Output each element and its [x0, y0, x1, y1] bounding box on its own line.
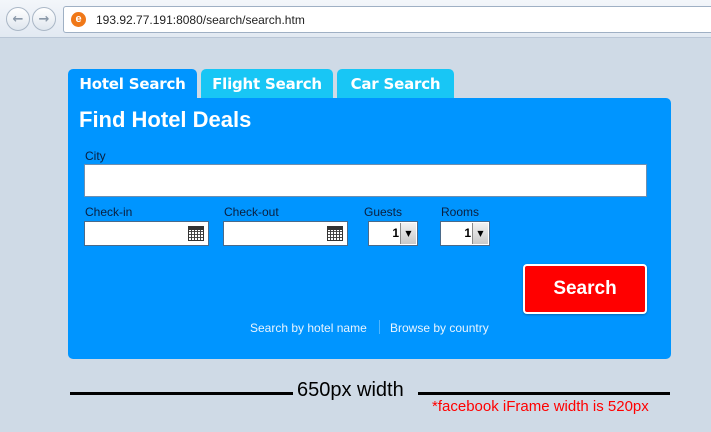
- width-measure-line-right: [418, 392, 670, 395]
- guests-label: Guests: [364, 205, 403, 219]
- rooms-select[interactable]: 1 ▼: [440, 221, 490, 246]
- back-arrow-icon: ←: [12, 11, 24, 27]
- iframe-width-note: *facebook iFrame width is 520px: [432, 398, 649, 415]
- width-measure-line-left: [70, 392, 293, 395]
- guests-value: 1: [392, 226, 399, 240]
- tab-flight-search[interactable]: Flight Search: [201, 69, 333, 99]
- tab-car-search[interactable]: Car Search: [337, 69, 454, 99]
- rooms-label: Rooms: [441, 205, 480, 219]
- calendar-icon[interactable]: [327, 226, 343, 241]
- chevron-down-icon[interactable]: ▼: [400, 223, 416, 244]
- address-bar[interactable]: e 193.92.77.191:8080/search/search.htm: [63, 6, 711, 33]
- checkout-label: Check-out: [224, 205, 279, 219]
- browser-toolbar: ← → e 193.92.77.191:8080/search/search.h…: [0, 0, 711, 38]
- search-button[interactable]: Search: [523, 264, 647, 314]
- guests-select[interactable]: 1 ▼: [368, 221, 418, 246]
- width-annotation: 650px width: [297, 379, 404, 401]
- site-favicon-icon: e: [71, 12, 86, 27]
- tab-hotel-search[interactable]: Hotel Search: [68, 69, 197, 99]
- checkout-input[interactable]: [223, 221, 348, 246]
- forward-button[interactable]: →: [32, 7, 56, 31]
- chevron-down-icon[interactable]: ▼: [472, 223, 488, 244]
- link-divider: [379, 320, 380, 334]
- browse-by-country-link[interactable]: Browse by country: [390, 321, 489, 335]
- url-text[interactable]: 193.92.77.191:8080/search/search.htm: [96, 13, 305, 27]
- city-label: City: [85, 149, 106, 163]
- calendar-icon[interactable]: [188, 226, 204, 241]
- panel-title: Find Hotel Deals: [79, 107, 252, 132]
- forward-arrow-icon: →: [38, 11, 50, 27]
- checkin-label: Check-in: [85, 205, 133, 219]
- checkin-input[interactable]: [84, 221, 209, 246]
- back-button[interactable]: ←: [6, 7, 30, 31]
- city-input[interactable]: [84, 164, 647, 197]
- search-by-hotel-name-link[interactable]: Search by hotel name: [250, 321, 367, 335]
- hotel-search-panel: Find Hotel Deals City Check-in Check-out…: [68, 98, 671, 359]
- rooms-value: 1: [464, 226, 471, 240]
